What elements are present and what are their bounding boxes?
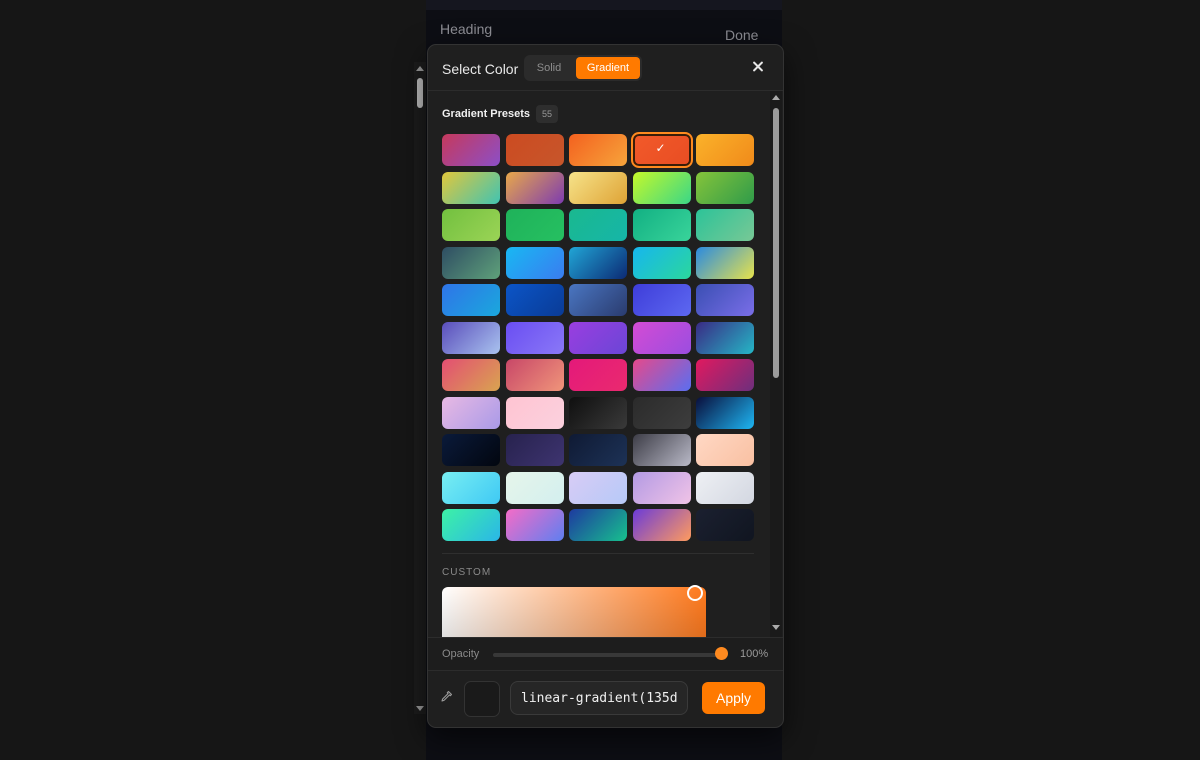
gradient-preset-swatch[interactable]	[696, 246, 754, 279]
gradient-preset-swatch[interactable]	[505, 359, 564, 391]
gradient-preset-swatch[interactable]	[569, 359, 627, 391]
gradient-preset-swatch[interactable]: ✓	[630, 132, 693, 168]
custom-section-label: CUSTOM	[442, 567, 492, 578]
gradient-preset-swatch[interactable]	[632, 359, 691, 391]
close-icon[interactable]	[750, 59, 766, 75]
gradient-preset-swatch[interactable]	[632, 284, 691, 316]
gradient-preset-swatch[interactable]	[696, 171, 754, 204]
gradient-preset-swatch[interactable]	[505, 246, 564, 279]
gradient-preset-swatch[interactable]	[442, 284, 500, 316]
gradient-preset-swatch[interactable]	[696, 359, 754, 391]
opacity-slider-track[interactable]	[493, 653, 723, 657]
gradient-preset-swatch[interactable]	[696, 509, 754, 541]
gradient-preset-swatch[interactable]	[442, 359, 500, 391]
editor-scroll-down-icon[interactable]	[416, 706, 424, 711]
scroll-down-icon[interactable]	[772, 625, 780, 630]
gradient-preset-swatch[interactable]	[696, 321, 754, 354]
gradient-preset-swatch[interactable]	[569, 171, 627, 204]
gradient-preset-swatch[interactable]	[632, 209, 691, 241]
editor-scrollbar[interactable]	[414, 62, 426, 714]
modal-scrollbar-thumb[interactable]	[773, 108, 779, 378]
gradient-preset-swatch[interactable]	[442, 396, 500, 429]
editor-top-bar	[426, 0, 782, 10]
gradient-preset-swatch[interactable]	[442, 246, 500, 279]
gradient-preset-swatch[interactable]	[442, 321, 500, 354]
modal-title: Select Color	[442, 61, 519, 77]
gradient-preset-swatch[interactable]	[442, 171, 500, 204]
custom-color-picker-area[interactable]	[442, 585, 706, 637]
gradient-preset-swatch[interactable]	[569, 509, 627, 541]
gradient-preset-swatch[interactable]	[569, 321, 627, 354]
tab-gradient[interactable]: Gradient	[576, 57, 640, 79]
gradient-preset-swatch[interactable]	[442, 209, 500, 241]
gradient-preset-swatch[interactable]	[696, 471, 754, 504]
gradient-preset-swatch[interactable]	[696, 396, 754, 429]
editor-heading-label: Heading	[440, 21, 493, 37]
gradient-preset-swatch[interactable]	[505, 209, 564, 241]
modal-header: Select Color Solid Gradient	[428, 45, 783, 91]
editor-scrollbar-thumb[interactable]	[417, 78, 423, 108]
tab-solid[interactable]: Solid	[528, 57, 570, 79]
gradient-preset-swatch[interactable]	[632, 171, 691, 204]
section-divider	[442, 553, 754, 554]
gradient-preset-swatch[interactable]	[632, 396, 691, 429]
gradient-preset-swatch[interactable]	[569, 246, 627, 279]
gradient-preset-swatch[interactable]	[696, 134, 754, 166]
picker-handle[interactable]	[687, 585, 703, 601]
modal-footer: Apply	[428, 670, 783, 727]
checkmark-icon: ✓	[655, 141, 666, 155]
gradient-preset-swatch[interactable]	[505, 321, 564, 354]
editor-scroll-up-icon[interactable]	[416, 66, 424, 71]
modal-content-scroll: Gradient Presets 55 ✓ CUSTOM	[428, 91, 783, 637]
gradient-preset-swatch[interactable]	[569, 396, 627, 429]
gradient-preset-swatch[interactable]	[696, 284, 754, 316]
gradient-preset-swatch[interactable]	[505, 509, 564, 541]
gradient-preset-swatch[interactable]	[569, 209, 627, 241]
gradient-presets-title: Gradient Presets	[442, 108, 531, 120]
color-picker-modal: Select Color Solid Gradient Gradient Pre…	[427, 44, 784, 728]
gradient-preset-swatch[interactable]	[632, 434, 691, 466]
scroll-up-icon[interactable]	[772, 95, 780, 100]
opacity-label: Opacity	[442, 648, 480, 660]
opacity-row: Opacity 100%	[428, 637, 783, 671]
gradient-preset-swatch[interactable]	[505, 434, 564, 466]
opacity-value: 100%	[740, 648, 769, 660]
presets-count-badge: 55	[536, 105, 558, 123]
gradient-preset-swatch[interactable]	[569, 434, 627, 466]
gradient-preset-swatch[interactable]	[505, 284, 564, 316]
gradient-preset-swatch[interactable]	[442, 509, 500, 541]
gradient-preset-swatch[interactable]	[569, 134, 627, 166]
gradient-preset-swatch[interactable]	[505, 396, 564, 429]
color-preview-swatch	[464, 681, 500, 717]
done-button[interactable]: Done	[725, 27, 758, 43]
gradient-preset-swatch[interactable]	[696, 209, 754, 241]
gradient-preset-swatch[interactable]	[569, 471, 627, 504]
gradient-preset-swatch[interactable]	[442, 434, 500, 466]
opacity-slider-thumb[interactable]	[715, 647, 728, 660]
gradient-preset-swatch[interactable]	[632, 509, 691, 541]
gradient-preset-swatch[interactable]	[632, 246, 691, 279]
apply-button[interactable]: Apply	[702, 682, 765, 714]
gradient-preset-swatch[interactable]	[505, 134, 564, 166]
gradient-preset-swatch[interactable]	[442, 471, 500, 504]
gradient-preset-swatch[interactable]	[696, 434, 754, 466]
color-mode-toggle: Solid Gradient	[524, 55, 642, 81]
modal-scrollbar[interactable]	[770, 91, 782, 637]
gradient-preset-swatch[interactable]	[505, 171, 564, 204]
css-value-input[interactable]	[510, 681, 688, 715]
eyedropper-icon[interactable]	[439, 690, 453, 704]
gradient-preset-swatch[interactable]	[505, 471, 564, 504]
gradient-preset-swatch[interactable]	[632, 471, 691, 504]
gradient-preset-swatch[interactable]	[442, 134, 500, 166]
gradient-preset-swatch[interactable]	[632, 321, 691, 354]
gradient-preset-swatch[interactable]	[569, 284, 627, 316]
